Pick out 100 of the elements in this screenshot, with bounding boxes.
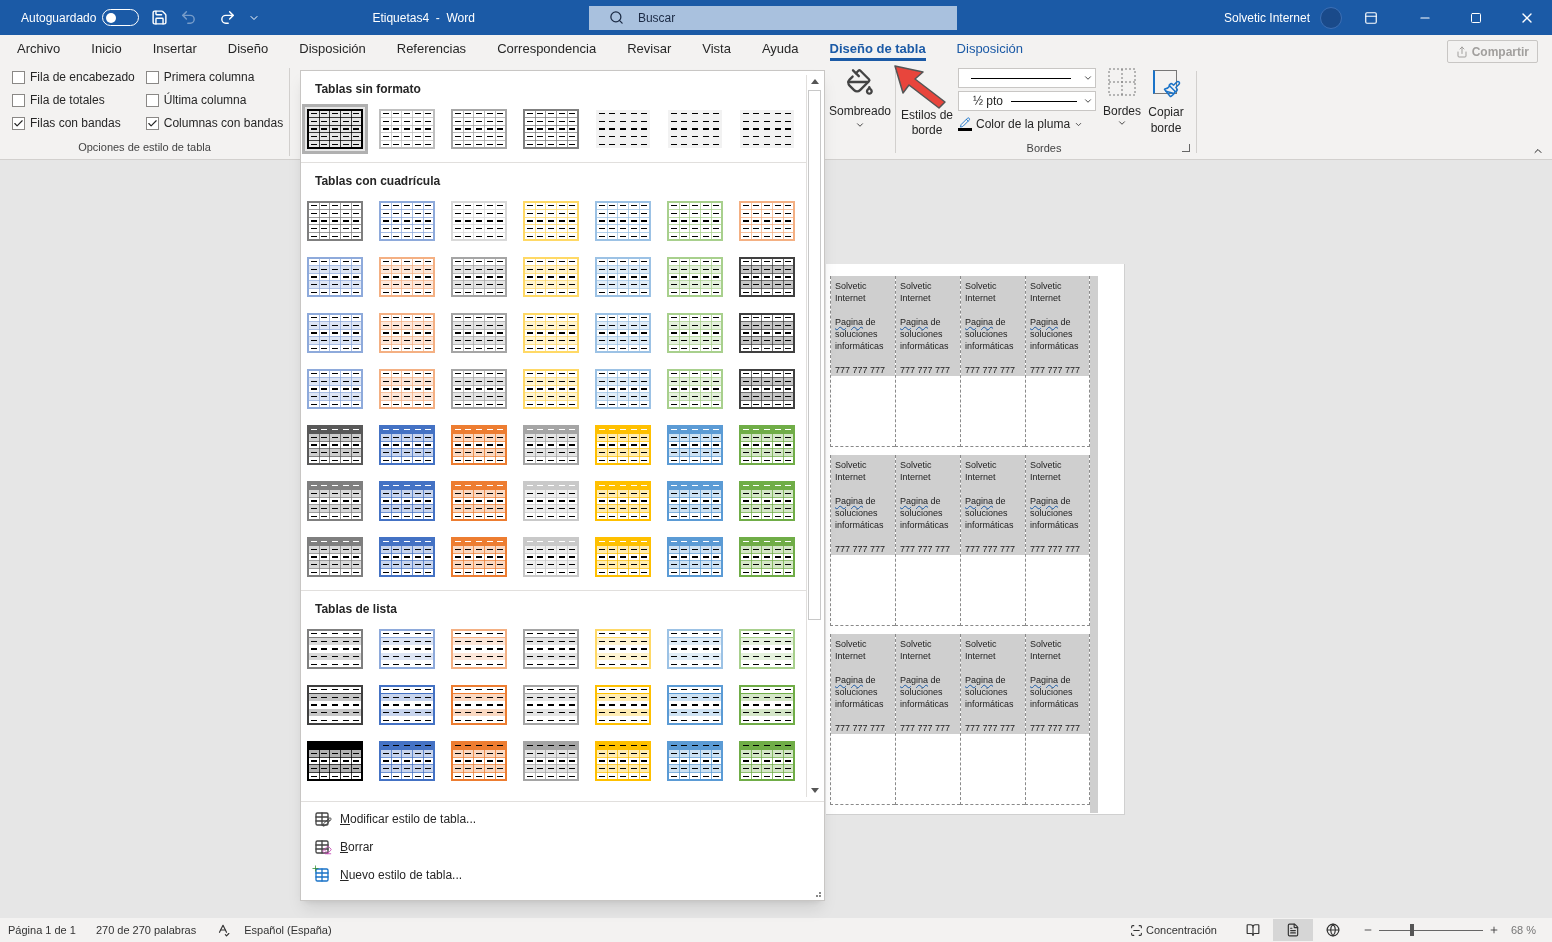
label-phone: 777 777 777 [965, 543, 1017, 555]
ribbon-tab[interactable]: Ayuda [761, 39, 799, 61]
ribbon-tab[interactable]: Disposición [299, 39, 366, 61]
focus-button[interactable]: Concentración [1130, 921, 1217, 939]
label-name: Solvetic Internet [1030, 459, 1063, 483]
label-description: Pagina de soluciones informáticas [965, 674, 1015, 710]
border-styles-button[interactable]: Estilos de borde [896, 68, 958, 140]
caret-icon [1117, 118, 1127, 128]
line-style-dropdown[interactable] [958, 68, 1096, 88]
resize-grip-icon[interactable] [816, 892, 821, 897]
focus-icon [1130, 923, 1143, 937]
language[interactable]: Español (España) [244, 921, 332, 939]
ribbon-tab[interactable]: Archivo [17, 39, 61, 61]
proofing-icon[interactable] [216, 923, 231, 937]
menu-item[interactable]: Nuevo estilo de tabla... [301, 864, 824, 886]
dialog-launcher-icon[interactable] [1182, 143, 1190, 152]
borders-grid-icon [1108, 68, 1136, 96]
label-name: Solvetic Internet [965, 638, 998, 662]
ribbon-tab[interactable]: Diseño de tabla [829, 39, 926, 61]
label-name: Solvetic Internet [900, 280, 933, 304]
zoom-in-icon[interactable] [1488, 925, 1499, 935]
section-heading: Tablas de lista [314, 601, 398, 618]
window-title: Etiquetas4 - Word [372, 9, 475, 27]
label-name: Solvetic Internet [900, 638, 933, 662]
ribbon-tab[interactable]: Referencias [396, 39, 467, 61]
checkbox-label: Columnas con bandas [163, 115, 284, 132]
borders-button[interactable]: Bordes [1102, 68, 1142, 140]
caret-icon[interactable] [855, 120, 865, 130]
read-mode-icon [1245, 923, 1260, 937]
label-phone: 777 777 777 [1030, 364, 1082, 376]
word-count[interactable]: 270 de 270 palabras [95, 921, 197, 939]
view-button[interactable] [1272, 919, 1313, 941]
line-weight-dropdown[interactable]: ½ pto [958, 91, 1096, 111]
label-name: Solvetic Internet [965, 459, 998, 483]
table-add-icon [314, 867, 332, 883]
checkbox-label: Fila de encabezado [30, 69, 135, 86]
line-sample-icon [971, 77, 1071, 79]
checkbox[interactable] [145, 116, 159, 130]
group-label: Bordes [1025, 140, 1063, 156]
checkbox-label: Fila de totales [30, 92, 105, 109]
search-icon [608, 10, 624, 25]
save-icon[interactable] [151, 9, 169, 26]
label-description: Pagina de soluciones informáticas [900, 674, 950, 710]
autosave-label: Autoguardado [21, 9, 97, 27]
zoom-level[interactable]: 68 % [1510, 921, 1536, 939]
checkbox[interactable] [145, 93, 159, 107]
group-label: Opciones de estilo de tabla [77, 139, 212, 155]
label-phone: 777 777 777 [835, 722, 887, 734]
shading-button[interactable]: Sombreado [828, 68, 891, 118]
scroll-thumb[interactable] [808, 90, 821, 620]
label-phone: 777 777 777 [1030, 543, 1082, 555]
pen-icon [958, 117, 972, 131]
label-description: Pagina de soluciones informáticas [965, 316, 1015, 352]
page-count[interactable]: Página 1 de 1 [8, 921, 76, 939]
ribbon-tab[interactable]: Revisar [627, 39, 672, 61]
ribbon-tab[interactable]: Disposición [956, 39, 1024, 61]
menu-item[interactable]: Modificar estilo de tabla... [301, 808, 824, 830]
table-edit-icon [314, 811, 332, 827]
label-description: Pagina de soluciones informáticas [1030, 316, 1080, 352]
scrollbar[interactable] [806, 75, 822, 797]
caret-icon [1083, 73, 1093, 83]
label-description: Pagina de soluciones informáticas [965, 495, 1015, 531]
label-phone: 777 777 777 [900, 364, 952, 376]
label-description: Pagina de soluciones informáticas [835, 495, 885, 531]
label-phone: 777 777 777 [965, 722, 1017, 734]
ribbon-tab[interactable]: Diseño [227, 39, 269, 61]
web-layout-icon [1325, 923, 1340, 937]
pointer-arrow-annotation [893, 64, 949, 110]
ribbon-tab[interactable]: Correspondencia [497, 39, 597, 61]
label-name: Solvetic Internet [835, 459, 868, 483]
label-description: Pagina de soluciones informáticas [1030, 674, 1080, 710]
ribbon-tab[interactable]: Inicio [91, 39, 122, 61]
ribbon-tab[interactable]: Vista [702, 39, 731, 61]
label-phone: 777 777 777 [900, 543, 952, 555]
label-phone: 777 777 777 [1030, 722, 1082, 734]
checkbox[interactable] [12, 93, 25, 107]
zoom-thumb[interactable] [1410, 924, 1415, 936]
scroll-up-icon[interactable] [810, 79, 819, 84]
scroll-down-icon[interactable] [810, 788, 819, 793]
redo-icon[interactable] [219, 9, 237, 26]
zoom-slider[interactable] [1378, 924, 1483, 936]
ribbon-tab[interactable]: Insertar [152, 39, 197, 61]
search-input[interactable]: Buscar [637, 8, 838, 27]
label-description: Pagina de soluciones informáticas [835, 674, 885, 710]
label-phone: 777 777 777 [900, 722, 952, 734]
checkbox[interactable] [12, 70, 25, 84]
search-field[interactable]: Buscar [588, 5, 957, 30]
copy-border-button[interactable]: Copiar borde [1144, 68, 1188, 140]
section-heading: Tablas con cuadrícula [314, 173, 442, 190]
checkbox[interactable] [145, 70, 159, 84]
caret-icon [1083, 96, 1093, 106]
label-name: Solvetic Internet [965, 280, 998, 304]
label-description: Pagina de soluciones informáticas [835, 316, 885, 352]
label-phone: 777 777 777 [965, 364, 1017, 376]
checkbox[interactable] [12, 116, 25, 130]
ribbon-display-icon[interactable] [1364, 10, 1378, 25]
label-description: Pagina de soluciones informáticas [1030, 495, 1080, 531]
maximize-icon[interactable] [1470, 11, 1482, 24]
menu-item[interactable]: Borrar [301, 836, 824, 858]
pen-color-button[interactable]: Color de la pluma [958, 115, 1096, 133]
